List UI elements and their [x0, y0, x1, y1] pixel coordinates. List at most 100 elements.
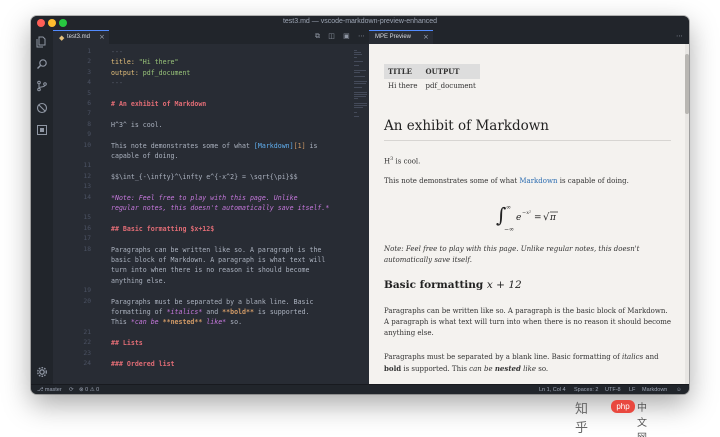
code-line: anything else. — [111, 276, 167, 285]
line-number: 14 — [83, 193, 91, 201]
line-number: 2 — [87, 58, 91, 66]
code-line: --- — [111, 79, 123, 88]
split-editor-icon[interactable]: ◫ — [328, 32, 335, 40]
svg-text:−∞: −∞ — [504, 226, 514, 233]
svg-text:π: π — [549, 213, 557, 223]
minimap-line — [354, 111, 357, 113]
preview-paragraph-demo: This note demonstrates some of what Mark… — [384, 177, 629, 185]
line-number: 3 — [87, 68, 91, 76]
minimap-line — [354, 96, 366, 98]
line-number: 10 — [83, 141, 91, 149]
line-number: 7 — [87, 110, 91, 118]
more-actions-icon[interactable]: ⋯ — [358, 32, 365, 40]
extensions-icon[interactable] — [36, 124, 48, 136]
minimap-line — [354, 52, 361, 54]
open-preview-icon[interactable]: ⧉ — [315, 32, 320, 40]
minimap-line — [354, 56, 357, 58]
line-number: 13 — [83, 183, 91, 191]
branch-indicator[interactable]: ⎇ master — [37, 387, 62, 393]
minimap-line — [354, 76, 365, 78]
scrollbar-thumb[interactable] — [685, 54, 689, 114]
line-number: 9 — [87, 131, 91, 139]
minimap-line — [354, 54, 362, 56]
minimap[interactable] — [353, 44, 369, 384]
line-number: 16 — [83, 224, 91, 232]
minimap-line — [354, 105, 367, 106]
minimap-line — [354, 72, 360, 73]
line-number-gutter: 1 2 3 4 5 6 7 8 9 10 11 12 13 14 15 16 17 18 19 20 21 22 23 24 — [53, 44, 91, 384]
heading-divider — [384, 140, 671, 141]
debug-icon[interactable] — [36, 102, 48, 114]
line-number: 17 — [83, 235, 91, 243]
vscode-window: test3.md — vscode-markdown-preview-enhan… — [31, 16, 689, 394]
code-line: # An exhibit of Markdown — [111, 100, 207, 108]
code-line: title: "Hi there" — [111, 58, 179, 67]
search-icon[interactable] — [36, 58, 48, 70]
svg-text:√: √ — [543, 212, 550, 223]
sync-icon[interactable]: ⟳ — [69, 387, 74, 393]
line-number: 21 — [83, 328, 91, 336]
minimap-line — [354, 98, 358, 100]
code-line: ### Ordered list — [111, 360, 175, 368]
line-number: 4 — [87, 79, 91, 87]
minimap-line — [354, 61, 363, 62]
more-actions-icon[interactable]: ⋯ — [676, 32, 683, 40]
preview-heading-2: Basic formatting x + 12 — [384, 279, 522, 291]
markdown-link[interactable]: Markdown — [519, 177, 557, 185]
line-number: 23 — [83, 349, 91, 357]
toggle-preview-icon[interactable]: ▣ — [343, 32, 350, 40]
encoding[interactable]: UTF-8 — [605, 387, 621, 393]
minimap-line — [354, 69, 366, 71]
source-control-icon[interactable] — [36, 80, 48, 92]
code-line: ## Lists — [111, 339, 143, 348]
preview-group: MPE Preview × ⋯ TITLE OUTPUT Hi there pd… — [369, 30, 689, 384]
feedback-icon[interactable]: ☺ — [676, 387, 682, 393]
line-number: 20 — [83, 297, 91, 305]
settings-gear-icon[interactable] — [36, 366, 48, 378]
line-number: 11 — [83, 162, 91, 170]
code-line: Paragraphs can be written like so. A par… — [111, 245, 322, 254]
svg-text:e: e — [516, 213, 521, 223]
code-line: turn into when there is no reason it sho… — [111, 266, 310, 275]
preview-paragraph-cool: H3 is cool. — [384, 156, 421, 166]
line-ending[interactable]: LF — [629, 387, 635, 393]
line-number: 15 — [83, 214, 91, 222]
code-line: regular notes, this doesn't automaticall… — [111, 204, 330, 212]
minimap-line — [354, 65, 359, 67]
cursor-position[interactable]: Ln 1, Col 4 — [539, 387, 566, 393]
code-line: ## Basic formatting $x+12$ — [111, 224, 215, 233]
activity-bar — [31, 30, 53, 384]
code-area[interactable]: --- title: "Hi there" output: pdf_document… — [111, 44, 359, 384]
line-number: 24 — [83, 360, 91, 367]
editor-actions: ⧉ ◫ ▣ ⋯ — [309, 32, 365, 41]
preview-scrollbar[interactable] — [685, 44, 689, 384]
close-icon[interactable]: × — [423, 33, 429, 41]
tab-label: MPE Preview — [375, 34, 412, 40]
minimap-line — [354, 91, 367, 93]
tab-mpe-preview[interactable]: MPE Preview × — [369, 30, 433, 44]
tab-test3-md[interactable]: ◆ test3.md × — [53, 30, 109, 44]
line-number: 18 — [83, 245, 91, 253]
line-number: 12 — [83, 172, 91, 180]
watermark-text: 中文网 — [637, 403, 647, 437]
front-matter-table: TITLE OUTPUT Hi there pdf_document — [384, 64, 480, 93]
code-line: formatting of *italics* and **bold** is … — [111, 308, 310, 316]
language-mode[interactable]: Markdown — [642, 387, 667, 393]
minimap-line — [354, 80, 367, 82]
svg-text:∫: ∫ — [496, 203, 506, 227]
code-line: *Note: Feel free to play with this page.… — [111, 193, 298, 202]
php-logo: php — [611, 400, 635, 413]
minimap-line — [354, 107, 363, 109]
preview-paragraph-2: Paragraphs must be separated by a blank … — [384, 353, 659, 373]
code-line: This *can be **nested** like* so. — [111, 318, 243, 327]
minimap-line — [354, 116, 359, 117]
line-number: 19 — [83, 287, 91, 295]
minimap-line — [354, 83, 366, 84]
code-line: basic block of Markdown. A paragraph is … — [111, 256, 326, 264]
minimap-line — [354, 50, 357, 51]
minimap-line — [354, 102, 367, 104]
close-icon[interactable]: × — [99, 33, 105, 41]
problems-indicator[interactable]: ⊗ 0 ⚠ 0 — [79, 387, 99, 393]
files-icon[interactable] — [36, 36, 48, 48]
indentation[interactable]: Spaces: 2 — [574, 387, 598, 393]
